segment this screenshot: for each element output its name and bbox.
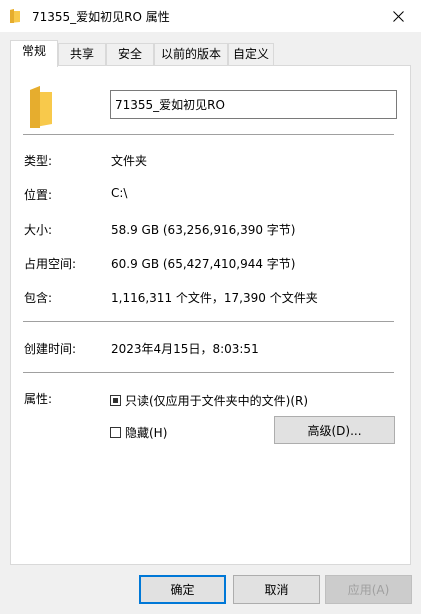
location-value: C:\ (111, 186, 128, 200)
divider (23, 134, 394, 135)
contains-label: 包含: (24, 291, 53, 305)
size-value: 58.9 GB (63,256,916,390 字节) (111, 223, 296, 237)
size-label: 大小: (24, 223, 53, 237)
tab-general[interactable]: 常规 (10, 40, 58, 67)
readonly-checkbox[interactable] (110, 395, 121, 406)
folder-name-input[interactable] (110, 90, 397, 119)
cancel-button[interactable]: 取消 (233, 575, 320, 604)
folder-icon (10, 9, 20, 23)
window-title: 71355_爱如初见RO 属性 (32, 10, 170, 24)
tab-previous-versions[interactable]: 以前的版本 (154, 43, 228, 65)
close-icon (392, 10, 404, 22)
hidden-checkbox[interactable] (110, 427, 121, 438)
hidden-label: 隐藏(H) (125, 426, 168, 440)
created-value: 2023年4月15日，8:03:51 (111, 342, 259, 356)
folder-icon (30, 86, 52, 128)
tab-customize[interactable]: 自定义 (228, 43, 274, 65)
close-button[interactable] (375, 0, 421, 32)
type-value: 文件夹 (111, 154, 148, 168)
tab-sharing[interactable]: 共享 (58, 43, 106, 65)
disk-size-value: 60.9 GB (65,427,410,944 字节) (111, 257, 296, 271)
readonly-label: 只读(仅应用于文件夹中的文件)(R) (125, 394, 309, 408)
divider (23, 372, 394, 373)
created-label: 创建时间: (24, 342, 77, 356)
contains-value: 1,116,311 个文件，17,390 个文件夹 (111, 291, 318, 305)
tab-security[interactable]: 安全 (106, 43, 154, 65)
title-bar: 71355_爱如初见RO 属性 (0, 0, 421, 32)
ok-button[interactable]: 确定 (139, 575, 226, 604)
attributes-label: 属性: (24, 392, 53, 406)
apply-button[interactable]: 应用(A) (325, 575, 412, 604)
location-label: 位置: (24, 188, 53, 202)
hidden-checkbox-row[interactable]: 隐藏(H) (110, 424, 167, 441)
general-panel: 类型: 文件夹 位置: C:\ 大小: 58.9 GB (63,256,916,… (10, 65, 411, 565)
readonly-checkbox-row[interactable]: 只读(仅应用于文件夹中的文件)(R) (110, 392, 308, 409)
disk-size-label: 占用空间: (24, 257, 77, 271)
divider (23, 321, 394, 322)
type-label: 类型: (24, 154, 53, 168)
advanced-button[interactable]: 高级(D)... (274, 416, 395, 444)
